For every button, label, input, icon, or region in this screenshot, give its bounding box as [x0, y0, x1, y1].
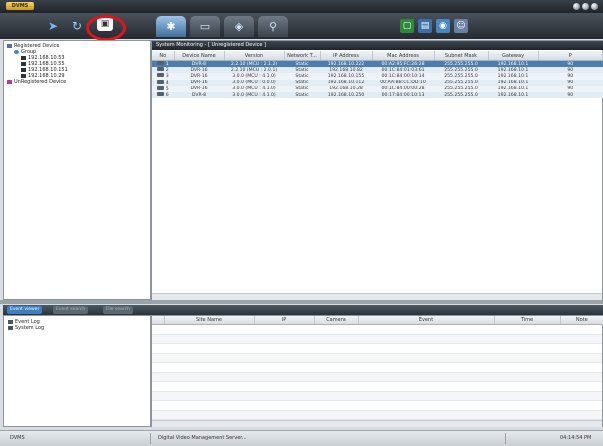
empty-row	[152, 363, 602, 373]
dvr-icon	[157, 61, 165, 66]
ev-col-camera[interactable]: Camera	[314, 316, 359, 325]
bottom-tabs: Event viewer Event search File search	[3, 305, 151, 315]
tab-event-viewer[interactable]: Event viewer	[7, 306, 43, 314]
pin-icon[interactable]: ➤	[44, 17, 62, 35]
dvr-icon	[21, 61, 26, 66]
col-version[interactable]: Version	[224, 51, 285, 61]
empty-row	[152, 353, 602, 363]
empty-row	[152, 334, 602, 344]
status-bar: DVMS Digital Video Management Server... …	[0, 430, 603, 446]
status-separator	[150, 433, 151, 444]
tab-camera[interactable]: ◈	[224, 16, 254, 37]
refresh-icon[interactable]: ↻	[68, 17, 86, 35]
status-app-name: DVMS	[10, 435, 25, 441]
tree-system-log[interactable]: System Log	[8, 325, 150, 331]
tab-event-search[interactable]: Event search	[53, 306, 89, 314]
ev-col-time[interactable]: Time	[494, 316, 561, 325]
horizontal-scrollbar[interactable]	[152, 293, 602, 300]
maximize-button[interactable]	[582, 3, 589, 10]
col-port[interactable]: P	[538, 51, 603, 61]
user-icon[interactable]: ☺	[454, 19, 468, 33]
dvr-icon	[157, 67, 165, 72]
empty-row	[152, 391, 602, 401]
panel-title: System Monitoring - [ Unregistered Devic…	[152, 41, 603, 50]
log-icon	[8, 325, 13, 330]
dvr-icon	[157, 79, 165, 84]
event-horizontal-scrollbar[interactable]	[152, 420, 602, 427]
col-device-name[interactable]: Device Name	[174, 51, 225, 61]
tab-monitoring[interactable]: ✱	[156, 16, 186, 37]
minimize-button[interactable]	[573, 3, 580, 10]
empty-row	[152, 401, 602, 411]
log-tree-panel: Event Log System Log	[3, 315, 151, 427]
device-icon[interactable]: ▤	[418, 19, 432, 33]
ev-col-ip[interactable]: IP	[254, 316, 315, 325]
dvr-icon	[157, 85, 165, 90]
col-mac-address[interactable]: Mac Address	[372, 51, 435, 61]
col-subnet-mask[interactable]: Subnet Mask	[434, 51, 489, 61]
monitor-icon[interactable]: ▢	[400, 19, 414, 33]
splitter[interactable]	[0, 300, 603, 304]
empty-row	[152, 325, 602, 335]
ev-col-note[interactable]: Note	[560, 316, 603, 325]
dvr-icon	[21, 73, 26, 78]
status-separator	[505, 433, 506, 444]
group-icon	[14, 49, 19, 54]
tree-unregistered[interactable]: UnRegistered Device	[7, 79, 150, 85]
status-time: 04:14:54 PM	[560, 435, 592, 441]
empty-row	[152, 344, 602, 354]
col-network-type[interactable]: Network T...	[284, 51, 321, 61]
event-rows	[152, 325, 602, 420]
title-bar: DVMS	[0, 0, 603, 13]
bottom-header-bar	[151, 305, 603, 315]
device-table: No Device Name Version Network T... IP A…	[152, 51, 603, 99]
log-icon	[8, 319, 13, 324]
status-message: Digital Video Management Server...	[158, 435, 247, 441]
col-gateway[interactable]: Gateway	[488, 51, 539, 61]
unregistered-icon	[7, 79, 12, 84]
dvr-icon	[157, 73, 165, 78]
empty-row	[152, 410, 602, 420]
event-grid: Site Name IP Camera Event Time Note	[151, 315, 603, 427]
ev-col-check[interactable]	[152, 316, 165, 325]
tab-file-search[interactable]: File search	[103, 306, 133, 314]
tab-search[interactable]: ⚲	[258, 16, 288, 37]
folder-icon	[7, 43, 12, 48]
close-button[interactable]	[591, 3, 598, 10]
network-icon[interactable]: ◉	[436, 19, 450, 33]
empty-row	[152, 372, 602, 382]
app-logo: DVMS	[6, 2, 34, 10]
table-row[interactable]: 6 DVR-8 3.0.0 (MCU : 4.1.0) Static 192.168.…	[152, 91, 603, 99]
empty-row	[152, 382, 602, 392]
col-ip-address[interactable]: IP Address	[320, 51, 373, 61]
dvr-icon	[157, 92, 165, 97]
ev-col-event[interactable]: Event	[358, 316, 495, 325]
ev-col-site-name[interactable]: Site Name	[164, 316, 255, 325]
col-no[interactable]: No	[152, 51, 175, 61]
dvr-icon	[21, 67, 26, 72]
tab-display[interactable]: ▭	[190, 16, 220, 37]
dvr-icon	[21, 55, 26, 60]
device-tree-panel: Registered Device Group 192.168.10.53 19…	[3, 40, 151, 300]
highlight-circle	[86, 15, 126, 41]
view-tabs: ✱ ▭ ◈ ⚲	[150, 13, 320, 39]
table-row[interactable]: 1 DVR-8 2.2.10 (MCU : 2.1.2) Static 192.168…	[152, 60, 603, 68]
